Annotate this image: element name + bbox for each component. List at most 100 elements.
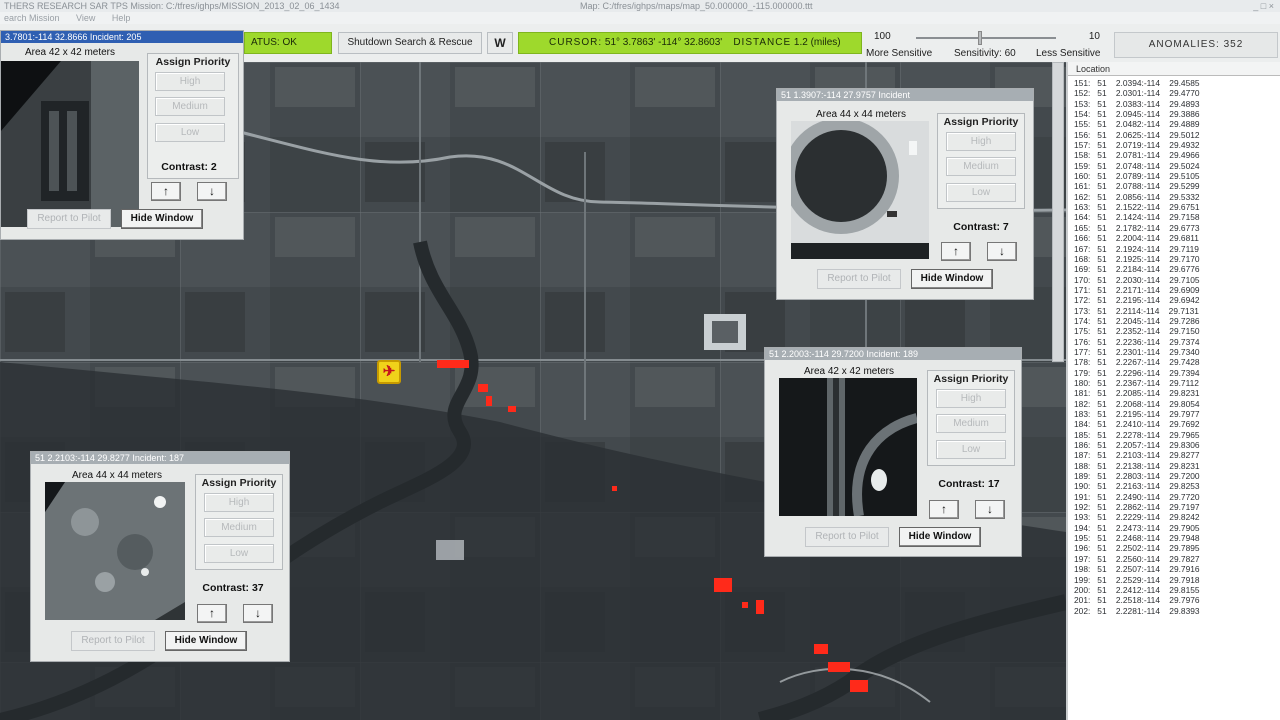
location-row[interactable]: 201: 51 2.2518:-114 29.7976 xyxy=(1068,595,1280,605)
report-to-pilot-button[interactable]: Report to Pilot xyxy=(817,269,901,289)
location-row[interactable]: 155: 51 2.0482:-114 29.4889 xyxy=(1068,119,1280,129)
sensitivity-slider-thumb[interactable] xyxy=(978,31,982,45)
contrast-up-button[interactable]: ↑ xyxy=(151,182,181,201)
aircraft-position-icon[interactable]: ✈ xyxy=(377,360,401,384)
location-row[interactable]: 169: 51 2.2184:-114 29.6776 xyxy=(1068,264,1280,274)
panel-title[interactable]: 51 2.2003:-114 29.7200 Incident: 189 xyxy=(765,348,1021,360)
hide-window-button[interactable]: Hide Window xyxy=(899,527,981,547)
location-row[interactable]: 183: 51 2.2195:-114 29.7977 xyxy=(1068,409,1280,419)
menu-item-view[interactable]: View xyxy=(72,12,105,24)
location-row[interactable]: 165: 51 2.1782:-114 29.6773 xyxy=(1068,223,1280,233)
location-row[interactable]: 167: 51 2.1924:-114 29.7119 xyxy=(1068,244,1280,254)
window-controls[interactable]: _ □ × xyxy=(1244,0,1274,12)
menu-item-help[interactable]: Help xyxy=(108,12,141,24)
location-row[interactable]: 196: 51 2.2502:-114 29.7895 xyxy=(1068,543,1280,553)
location-row[interactable]: 189: 51 2.2803:-114 29.7200 xyxy=(1068,471,1280,481)
anomaly-panel-189: 51 2.2003:-114 29.7200 Incident: 189 Are… xyxy=(764,347,1022,557)
location-row[interactable]: 200: 51 2.2412:-114 29.8155 xyxy=(1068,585,1280,595)
priority-low-button[interactable]: Low xyxy=(204,544,274,563)
location-list[interactable]: 151: 51 2.0394:-114 29.4585 152: 51 2.030… xyxy=(1068,76,1280,616)
contrast-down-button[interactable]: ↓ xyxy=(987,242,1017,261)
location-row[interactable]: 190: 51 2.2163:-114 29.8253 xyxy=(1068,481,1280,491)
location-row[interactable]: 184: 51 2.2410:-114 29.7692 xyxy=(1068,419,1280,429)
priority-high-button[interactable]: High xyxy=(946,132,1016,151)
location-row[interactable]: 173: 51 2.2114:-114 29.7131 xyxy=(1068,306,1280,316)
location-row[interactable]: 157: 51 2.0719:-114 29.4932 xyxy=(1068,140,1280,150)
contrast-down-button[interactable]: ↓ xyxy=(197,182,227,201)
contrast-up-button[interactable]: ↑ xyxy=(929,500,959,519)
location-row[interactable]: 163: 51 2.1522:-114 29.6751 xyxy=(1068,202,1280,212)
location-row[interactable]: 179: 51 2.2296:-114 29.7394 xyxy=(1068,368,1280,378)
location-row[interactable]: 171: 51 2.2171:-114 29.6909 xyxy=(1068,285,1280,295)
report-to-pilot-button[interactable]: Report to Pilot xyxy=(71,631,155,651)
location-row[interactable]: 194: 51 2.2473:-114 29.7905 xyxy=(1068,523,1280,533)
priority-high-button[interactable]: High xyxy=(155,72,225,91)
location-row[interactable]: 192: 51 2.2862:-114 29.7197 xyxy=(1068,502,1280,512)
shutdown-button[interactable]: Shutdown Search & Rescue xyxy=(338,32,482,54)
location-row[interactable]: 187: 51 2.2103:-114 29.8277 xyxy=(1068,450,1280,460)
anomaly-panel-2: 51 1.3907:-114 27.9757 Incident Area 44 … xyxy=(776,88,1034,300)
location-row[interactable]: 175: 51 2.2352:-114 29.7150 xyxy=(1068,326,1280,336)
priority-low-button[interactable]: Low xyxy=(936,440,1006,459)
location-row[interactable]: 170: 51 2.2030:-114 29.7105 xyxy=(1068,275,1280,285)
location-row[interactable]: 198: 51 2.2507:-114 29.7916 xyxy=(1068,564,1280,574)
location-row[interactable]: 168: 51 2.1925:-114 29.7170 xyxy=(1068,254,1280,264)
location-row[interactable]: 197: 51 2.2560:-114 29.7827 xyxy=(1068,554,1280,564)
priority-low-button[interactable]: Low xyxy=(946,183,1016,202)
cursor-label: CURSOR: xyxy=(549,37,603,48)
location-row[interactable]: 185: 51 2.2278:-114 29.7965 xyxy=(1068,430,1280,440)
location-row[interactable]: 202: 51 2.2281:-114 29.8393 xyxy=(1068,606,1280,616)
report-to-pilot-button[interactable]: Report to Pilot xyxy=(805,527,889,547)
panel-title[interactable]: 51 2.2103:-114 29.8277 Incident: 187 xyxy=(31,452,289,464)
location-row[interactable]: 151: 51 2.0394:-114 29.4585 xyxy=(1068,78,1280,88)
location-row[interactable]: 152: 51 2.0301:-114 29.4770 xyxy=(1068,88,1280,98)
sensitivity-slider[interactable] xyxy=(916,37,1056,39)
location-row[interactable]: 164: 51 2.1424:-114 29.7158 xyxy=(1068,212,1280,222)
priority-high-button[interactable]: High xyxy=(936,389,1006,408)
location-row[interactable]: 159: 51 2.0748:-114 29.5024 xyxy=(1068,161,1280,171)
location-row[interactable]: 188: 51 2.2138:-114 29.8231 xyxy=(1068,461,1280,471)
contrast-up-button[interactable]: ↑ xyxy=(197,604,227,623)
location-row[interactable]: 193: 51 2.2229:-114 29.8242 xyxy=(1068,512,1280,522)
location-row[interactable]: 176: 51 2.2236:-114 29.7374 xyxy=(1068,337,1280,347)
location-row[interactable]: 166: 51 2.2004:-114 29.6811 xyxy=(1068,233,1280,243)
priority-high-button[interactable]: High xyxy=(204,493,274,512)
hide-window-button[interactable]: Hide Window xyxy=(911,269,993,289)
contrast-down-button[interactable]: ↓ xyxy=(975,500,1005,519)
hide-window-button[interactable]: Hide Window xyxy=(165,631,247,651)
location-row[interactable]: 161: 51 2.0788:-114 29.5299 xyxy=(1068,181,1280,191)
location-row[interactable]: 178: 51 2.2267:-114 29.7428 xyxy=(1068,357,1280,367)
location-row[interactable]: 199: 51 2.2529:-114 29.7918 xyxy=(1068,575,1280,585)
hide-window-button[interactable]: Hide Window xyxy=(121,209,203,229)
priority-medium-button[interactable]: Medium xyxy=(946,157,1016,176)
priority-medium-button[interactable]: Medium xyxy=(936,414,1006,433)
map-scrollbar[interactable] xyxy=(1052,62,1064,362)
location-row[interactable]: 153: 51 2.0383:-114 29.4893 xyxy=(1068,99,1280,109)
panel-title[interactable]: 51 1.3907:-114 27.9757 Incident xyxy=(777,89,1033,101)
location-row[interactable]: 182: 51 2.2068:-114 29.8054 xyxy=(1068,399,1280,409)
panel-title[interactable]: 3.7801:-114 32.8666 Incident: 205 xyxy=(1,31,243,43)
location-row[interactable]: 181: 51 2.2085:-114 29.8231 xyxy=(1068,388,1280,398)
menu-item-search-mission[interactable]: earch Mission xyxy=(0,12,70,24)
priority-low-button[interactable]: Low xyxy=(155,123,225,142)
location-row[interactable]: 154: 51 2.0945:-114 29.3886 xyxy=(1068,109,1280,119)
location-row[interactable]: 160: 51 2.0789:-114 29.5105 xyxy=(1068,171,1280,181)
location-row[interactable]: 162: 51 2.0856:-114 29.5332 xyxy=(1068,192,1280,202)
priority-medium-button[interactable]: Medium xyxy=(155,97,225,116)
location-row[interactable]: 172: 51 2.2195:-114 29.6942 xyxy=(1068,295,1280,305)
location-row[interactable]: 174: 51 2.2045:-114 29.7286 xyxy=(1068,316,1280,326)
location-row[interactable]: 186: 51 2.2057:-114 29.8306 xyxy=(1068,440,1280,450)
location-row[interactable]: 180: 51 2.2367:-114 29.7112 xyxy=(1068,378,1280,388)
priority-medium-button[interactable]: Medium xyxy=(204,518,274,537)
report-to-pilot-button[interactable]: Report to Pilot xyxy=(27,209,111,229)
contrast-down-button[interactable]: ↓ xyxy=(243,604,273,623)
location-row[interactable]: 156: 51 2.0625:-114 29.5012 xyxy=(1068,130,1280,140)
w-button[interactable]: W xyxy=(487,32,513,54)
assign-priority-group: Assign Priority High Medium Low xyxy=(927,370,1015,466)
location-row[interactable]: 195: 51 2.2468:-114 29.7948 xyxy=(1068,533,1280,543)
search-rescue-app: THERS RESEARCH SAR TPS Mission: C:/tfres… xyxy=(0,0,1280,720)
location-row[interactable]: 158: 51 2.0781:-114 29.4966 xyxy=(1068,150,1280,160)
location-row[interactable]: 191: 51 2.2490:-114 29.7720 xyxy=(1068,492,1280,502)
contrast-up-button[interactable]: ↑ xyxy=(941,242,971,261)
location-row[interactable]: 177: 51 2.2301:-114 29.7340 xyxy=(1068,347,1280,357)
